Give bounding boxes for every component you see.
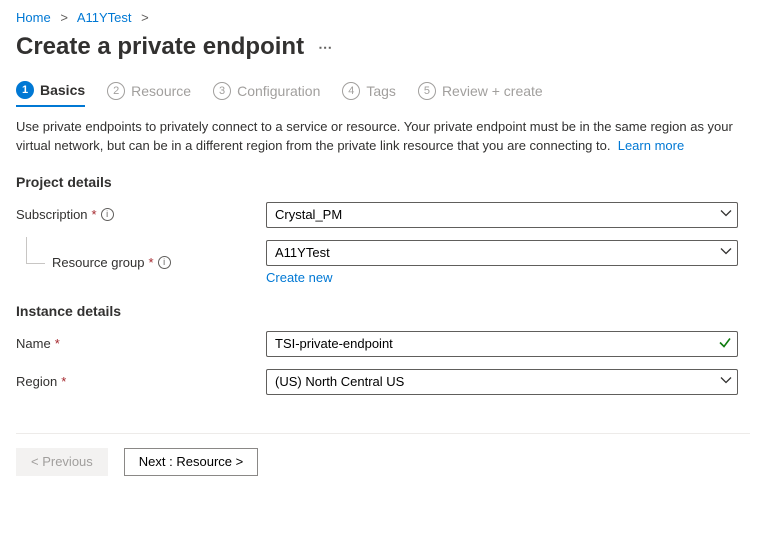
tab-configuration[interactable]: 3 Configuration xyxy=(213,81,320,107)
step-label: Review + create xyxy=(442,83,543,99)
step-number-icon: 3 xyxy=(213,82,231,100)
breadcrumb-sep: > xyxy=(141,10,149,25)
tab-basics[interactable]: 1 Basics xyxy=(16,81,85,107)
info-icon[interactable]: i xyxy=(158,256,171,269)
create-new-link[interactable]: Create new xyxy=(266,270,332,285)
label-region: Region * xyxy=(16,374,266,389)
tab-review-create[interactable]: 5 Review + create xyxy=(418,81,543,107)
region-select[interactable] xyxy=(266,369,738,395)
info-text: Use private endpoints to privately conne… xyxy=(16,118,750,156)
tab-resource[interactable]: 2 Resource xyxy=(107,81,191,107)
required-icon: * xyxy=(92,207,97,222)
step-number-icon: 4 xyxy=(342,82,360,100)
label-resource-group: Resource group * i xyxy=(16,255,266,270)
subscription-select[interactable] xyxy=(266,202,738,228)
step-label: Configuration xyxy=(237,83,320,99)
section-project-details: Project details xyxy=(16,174,750,190)
label-subscription: Subscription * i xyxy=(16,207,266,222)
step-label: Resource xyxy=(131,83,191,99)
tab-tags[interactable]: 4 Tags xyxy=(342,81,396,107)
step-label: Basics xyxy=(40,82,85,98)
breadcrumb-home[interactable]: Home xyxy=(16,10,51,25)
learn-more-link[interactable]: Learn more xyxy=(618,138,684,153)
row-region: Region * xyxy=(16,369,750,395)
label-text: Region xyxy=(16,374,57,389)
breadcrumb-a11ytest[interactable]: A11YTest xyxy=(77,10,132,25)
more-icon[interactable]: ⋯ xyxy=(318,39,333,56)
resource-group-select[interactable] xyxy=(266,240,738,266)
name-input[interactable] xyxy=(266,331,738,357)
info-icon[interactable]: i xyxy=(101,208,114,221)
previous-button: < Previous xyxy=(16,448,108,476)
section-instance-details: Instance details xyxy=(16,303,750,319)
row-resource-group: Resource group * i Create new xyxy=(16,240,750,285)
row-subscription: Subscription * i xyxy=(16,202,750,228)
page-title: Create a private endpoint ⋯ xyxy=(16,33,750,61)
next-button[interactable]: Next : Resource > xyxy=(124,448,258,476)
page-title-text: Create a private endpoint xyxy=(16,33,304,61)
breadcrumb: Home > A11YTest > xyxy=(16,10,750,25)
row-name: Name * xyxy=(16,331,750,357)
label-text: Name xyxy=(16,336,51,351)
step-number-icon: 5 xyxy=(418,82,436,100)
required-icon: * xyxy=(149,255,154,270)
label-text: Resource group xyxy=(52,255,145,270)
step-label: Tags xyxy=(366,83,396,99)
wizard-footer: < Previous Next : Resource > xyxy=(16,433,750,490)
label-name: Name * xyxy=(16,336,266,351)
required-icon: * xyxy=(55,336,60,351)
required-icon: * xyxy=(61,374,66,389)
label-text: Subscription xyxy=(16,207,88,222)
step-number-icon: 1 xyxy=(16,81,34,99)
steps-nav: 1 Basics 2 Resource 3 Configuration 4 Ta… xyxy=(16,81,750,108)
breadcrumb-sep: > xyxy=(60,10,68,25)
step-number-icon: 2 xyxy=(107,82,125,100)
